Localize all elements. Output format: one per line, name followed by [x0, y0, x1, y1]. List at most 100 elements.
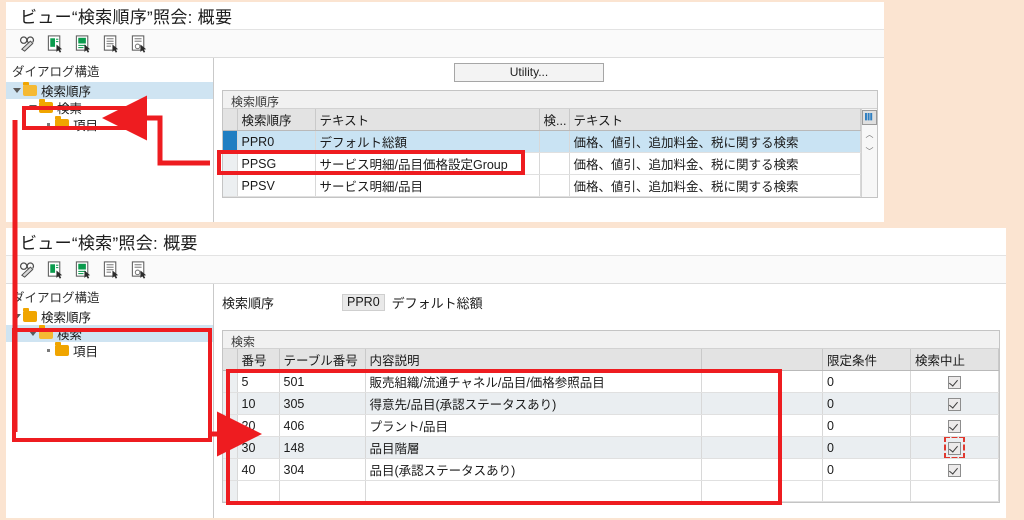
- scroll-down-button[interactable]: ﹀: [862, 143, 877, 160]
- row-selection-marker[interactable]: [223, 480, 238, 502]
- cell-search-text[interactable]: 価格、値引、追加料金、税に関する検索: [569, 130, 861, 153]
- delete-icon[interactable]: [102, 260, 121, 279]
- cell-blank[interactable]: [701, 436, 823, 459]
- column-header-condition[interactable]: 限定条件: [822, 349, 911, 371]
- cell-blank[interactable]: [701, 480, 823, 502]
- cell-text[interactable]: サービス明細/品目価格設定Group: [315, 152, 540, 175]
- tree-item-search[interactable]: 検索: [6, 99, 213, 116]
- cell-table-no[interactable]: 406: [279, 414, 366, 437]
- cell-blank[interactable]: [701, 370, 823, 393]
- cell-blank[interactable]: [701, 458, 823, 481]
- copy-as-icon[interactable]: [74, 260, 93, 279]
- cell-stop-search[interactable]: [910, 370, 999, 393]
- cell-description[interactable]: 得意先/品目(承認ステータスあり): [365, 392, 702, 415]
- new-entries-icon[interactable]: [46, 260, 65, 279]
- cell-condition[interactable]: 0: [822, 436, 911, 459]
- cell-condition[interactable]: 0: [822, 458, 911, 481]
- cell-condition[interactable]: 0: [822, 414, 911, 437]
- cell-condition[interactable]: 0: [822, 370, 911, 393]
- row-selection-marker[interactable]: [223, 174, 238, 197]
- checkbox-stop-search[interactable]: [948, 375, 961, 389]
- row-selection-marker[interactable]: [223, 130, 238, 153]
- new-entries-icon[interactable]: [46, 34, 65, 53]
- cell-description[interactable]: プラント/品目: [365, 414, 702, 437]
- cell-table-no[interactable]: 304: [279, 458, 366, 481]
- row-selection-marker[interactable]: [223, 414, 238, 437]
- table-row[interactable]: 40 304 品目(承認ステータスあり) 0: [223, 458, 999, 481]
- row-selection-marker[interactable]: [223, 392, 238, 415]
- cell-table-no[interactable]: 148: [279, 436, 366, 459]
- cell-text[interactable]: サービス明細/品目: [315, 174, 540, 197]
- chevron-down-icon[interactable]: [10, 313, 23, 321]
- cell-description[interactable]: 販売組織/流通チャネル/品目/価格参照品目: [365, 370, 702, 393]
- cell-stop-search[interactable]: [910, 458, 999, 481]
- column-header-blank[interactable]: [701, 349, 823, 371]
- print-icon[interactable]: [130, 260, 149, 279]
- cell-condition[interactable]: [822, 480, 911, 502]
- row-marker-header[interactable]: [223, 109, 238, 131]
- cell-stop-search[interactable]: [910, 480, 999, 502]
- row-selection-marker[interactable]: [223, 370, 238, 393]
- display-change-icon[interactable]: [18, 34, 37, 53]
- cell-description[interactable]: 品目階層: [365, 436, 702, 459]
- row-selection-marker[interactable]: [223, 152, 238, 175]
- column-header-sequence[interactable]: 検索順序: [237, 109, 316, 131]
- cell-table-no[interactable]: 501: [279, 370, 366, 393]
- cell-search-text[interactable]: 価格、値引、追加料金、税に関する検索: [569, 152, 861, 175]
- cell-sequence[interactable]: PPR0: [237, 130, 316, 153]
- cell-search[interactable]: [539, 130, 570, 153]
- column-header-search[interactable]: 検...: [539, 109, 570, 131]
- scroll-up-button[interactable]: ︿: [862, 126, 877, 143]
- table-row-empty[interactable]: [223, 480, 999, 502]
- column-header-no[interactable]: 番号: [237, 349, 280, 371]
- print-icon[interactable]: [130, 34, 149, 53]
- cell-blank[interactable]: [701, 392, 823, 415]
- cell-sequence[interactable]: PPSG: [237, 152, 316, 175]
- cell-stop-search[interactable]: [910, 392, 999, 415]
- chevron-down-icon[interactable]: [26, 104, 39, 112]
- cell-sequence[interactable]: PPSV: [237, 174, 316, 197]
- display-change-icon[interactable]: [18, 260, 37, 279]
- checkbox-stop-search[interactable]: [948, 463, 961, 477]
- cell-search[interactable]: [539, 152, 570, 175]
- cell-condition[interactable]: 0: [822, 392, 911, 415]
- row-selection-marker[interactable]: [223, 436, 238, 459]
- cell-description[interactable]: 品目(承認ステータスあり): [365, 458, 702, 481]
- checkbox-stop-search[interactable]: [948, 397, 961, 411]
- cell-stop-search[interactable]: [910, 436, 999, 459]
- cell-no[interactable]: 30: [237, 436, 280, 459]
- column-header-stop-search[interactable]: 検索中止: [910, 349, 999, 371]
- column-config-icon[interactable]: [862, 109, 877, 126]
- column-header-text[interactable]: テキスト: [315, 109, 540, 131]
- cell-no[interactable]: [237, 480, 280, 502]
- checkbox-stop-search[interactable]: [948, 441, 961, 455]
- copy-as-icon[interactable]: [74, 34, 93, 53]
- table-row[interactable]: PPSG サービス明細/品目価格設定Group 価格、値引、追加料金、税に関する…: [223, 152, 861, 175]
- cell-description[interactable]: [365, 480, 702, 502]
- tree-item-field[interactable]: 項目: [6, 116, 213, 133]
- cell-text[interactable]: デフォルト総額: [315, 130, 540, 153]
- table-row[interactable]: PPR0 デフォルト総額 価格、値引、追加料金、税に関する検索: [223, 130, 861, 153]
- cell-blank[interactable]: [701, 414, 823, 437]
- table-row[interactable]: 5 501 販売組織/流通チャネル/品目/価格参照品目 0: [223, 370, 999, 393]
- tree-item-field[interactable]: 項目: [6, 342, 213, 359]
- cell-table-no[interactable]: 305: [279, 392, 366, 415]
- table-row[interactable]: 20 406 プラント/品目 0: [223, 414, 999, 437]
- row-marker-header[interactable]: [223, 349, 238, 371]
- row-selection-marker[interactable]: [223, 458, 238, 481]
- checkbox-stop-search[interactable]: [948, 419, 961, 433]
- cell-no[interactable]: 10: [237, 392, 280, 415]
- utility-button[interactable]: Utility...: [454, 62, 604, 82]
- cell-no[interactable]: 5: [237, 370, 280, 393]
- cell-stop-search[interactable]: [910, 414, 999, 437]
- cell-table-no[interactable]: [279, 480, 366, 502]
- chevron-down-icon[interactable]: [26, 330, 39, 338]
- chevron-down-icon[interactable]: [10, 87, 23, 95]
- cell-search-text[interactable]: 価格、値引、追加料金、税に関する検索: [569, 174, 861, 197]
- tree-item-search-sequence[interactable]: 検索順序: [6, 82, 213, 99]
- column-header-search-text[interactable]: テキスト: [569, 109, 861, 131]
- table-row[interactable]: 10 305 得意先/品目(承認ステータスあり) 0: [223, 392, 999, 415]
- cell-no[interactable]: 20: [237, 414, 280, 437]
- tree-item-search-sequence[interactable]: 検索順序: [6, 308, 213, 325]
- delete-icon[interactable]: [102, 34, 121, 53]
